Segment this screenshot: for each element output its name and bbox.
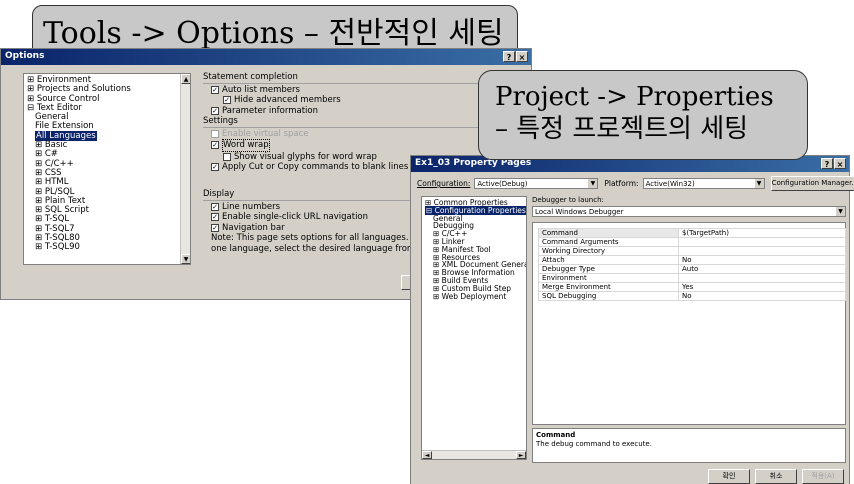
- options-titlebar: Options ? ×: [1, 49, 531, 65]
- description-box: Command The debug command to execute.: [532, 428, 846, 463]
- configuration-manager-button[interactable]: Configuration Manager...: [770, 176, 854, 191]
- prop-name: Command: [538, 228, 679, 238]
- options-tree: ⊞ Environment ⊞ Projects and Solutions ⊞…: [23, 73, 191, 265]
- line-numbers-label: Line numbers: [222, 201, 281, 212]
- auto-list-checkbox[interactable]: ✓: [211, 85, 219, 94]
- prop-name: Working Directory: [538, 246, 679, 256]
- table-row[interactable]: Command Arguments: [538, 237, 846, 247]
- close-button[interactable]: ×: [516, 51, 528, 62]
- prop-value[interactable]: [678, 237, 846, 247]
- settings-header: Settings: [203, 116, 503, 128]
- configuration-select[interactable]: Active(Debug) ▼: [474, 178, 599, 189]
- platform-select[interactable]: Active(Win32) ▼: [642, 178, 765, 189]
- prop-value[interactable]: No: [678, 255, 846, 265]
- scroll-up-icon[interactable]: ▲: [181, 74, 190, 84]
- line-numbers-checkbox[interactable]: ✓: [211, 202, 219, 211]
- chevron-down-icon[interactable]: ▼: [754, 179, 764, 188]
- hide-advanced-checkbox[interactable]: ✓: [223, 96, 231, 105]
- options-tree-scrollbar[interactable]: ▲ ▼: [180, 74, 190, 264]
- help-button[interactable]: ?: [503, 51, 515, 62]
- property-pages-dialog: Ex1_03 Property Pages ? × Configuration:…: [410, 155, 854, 484]
- ok-button[interactable]: 확인: [708, 469, 750, 484]
- callout-tools-options: Tools -> Options – 전반적인 세팅: [32, 5, 518, 51]
- callout-tools-options-text: Tools -> Options – 전반적인 세팅: [43, 16, 504, 51]
- prop-value[interactable]: Yes: [678, 282, 846, 292]
- options-title: Options: [5, 51, 45, 61]
- chevron-down-icon[interactable]: ▼: [836, 207, 845, 216]
- scroll-down-icon[interactable]: ▼: [181, 254, 190, 264]
- apply-cut-checkbox[interactable]: ✓: [211, 163, 219, 172]
- table-row[interactable]: Environment: [538, 273, 846, 283]
- virtual-space-label: Enable virtual space: [222, 128, 309, 139]
- navigation-bar-label: Navigation bar: [222, 222, 285, 233]
- statement-completion-header: Statement completion: [203, 72, 503, 84]
- parameter-info-label: Parameter information: [222, 105, 318, 116]
- property-tree: ⊞ Common Properties ⊟ Configuration Prop…: [421, 196, 527, 460]
- show-glyphs-checkbox[interactable]: [223, 152, 231, 161]
- prop-tree-web-deploy[interactable]: ⊞ Web Deployment: [425, 292, 523, 301]
- scroll-right-icon[interactable]: ►: [516, 451, 526, 459]
- cancel-button[interactable]: 취소: [755, 469, 797, 484]
- property-grid: Command $(TargetPath) Command Arguments W…: [538, 228, 846, 301]
- callout-project-properties: Project -> Properties – 특정 프로젝트의 세팅: [478, 70, 808, 160]
- table-row[interactable]: Command $(TargetPath): [538, 228, 846, 238]
- word-wrap-label: Word wrap: [222, 139, 270, 152]
- table-row[interactable]: Merge Environment Yes: [538, 282, 846, 292]
- description-title: Command: [536, 431, 576, 439]
- single-click-label: Enable single-click URL navigation: [222, 212, 369, 222]
- prop-value[interactable]: Auto: [678, 264, 846, 274]
- apply-cut-label: Apply Cut or Copy commands to blank line…: [222, 162, 418, 172]
- prop-value[interactable]: [678, 246, 846, 256]
- auto-list-label: Auto list members: [222, 84, 300, 95]
- callout-project-line2: – 특정 프로젝트의 세팅: [495, 114, 749, 144]
- prop-name: Command Arguments: [538, 237, 679, 247]
- prop-name: SQL Debugging: [538, 291, 679, 301]
- word-wrap-checkbox[interactable]: ✓: [211, 141, 219, 150]
- prop-name: Merge Environment: [538, 282, 679, 292]
- configuration-label: Configuration:: [417, 179, 471, 188]
- prop-name: Attach: [538, 255, 679, 265]
- apply-button[interactable]: 적용(A): [802, 469, 844, 484]
- navigation-bar-checkbox[interactable]: ✓: [211, 223, 219, 232]
- prop-value[interactable]: $(TargetPath): [678, 228, 846, 238]
- hide-advanced-label: Hide advanced members: [234, 95, 341, 105]
- prop-name: Debugger Type: [538, 264, 679, 274]
- property-tree-hscrollbar[interactable]: ◄ ►: [422, 450, 526, 459]
- configuration-toolbar: Configuration: Active(Debug) ▼ Platform: …: [417, 176, 854, 191]
- show-glyphs-label: Show visual glyphs for word wrap: [234, 151, 377, 162]
- callout-project-line1: Project -> Properties: [495, 82, 774, 112]
- table-row[interactable]: Attach No: [538, 255, 846, 265]
- debugger-select[interactable]: Local Windows Debugger ▼: [532, 206, 846, 217]
- prop-value[interactable]: [678, 273, 846, 283]
- prop-value[interactable]: No: [678, 291, 846, 301]
- debugger-value: Local Windows Debugger: [535, 208, 624, 216]
- table-row[interactable]: SQL Debugging No: [538, 291, 846, 301]
- parameter-info-checkbox[interactable]: ✓: [211, 106, 219, 115]
- table-row[interactable]: Working Directory: [538, 246, 846, 256]
- platform-label: Platform:: [604, 179, 639, 188]
- debugger-label: Debugger to launch:: [532, 196, 604, 204]
- single-click-checkbox[interactable]: ✓: [211, 213, 219, 222]
- virtual-space-checkbox[interactable]: [211, 129, 219, 138]
- configuration-value: Active(Debug): [477, 180, 528, 188]
- scroll-left-icon[interactable]: ◄: [422, 451, 432, 459]
- table-row[interactable]: Debugger Type Auto: [538, 264, 846, 274]
- chevron-down-icon[interactable]: ▼: [588, 179, 598, 188]
- statement-completion-group: Statement completion ✓ Auto list members …: [203, 72, 503, 116]
- prop-help-button[interactable]: ?: [821, 158, 833, 169]
- tree-item-tsql90[interactable]: ⊞ T-SQL90: [27, 243, 187, 253]
- description-text: The debug command to execute.: [536, 440, 652, 448]
- prop-name: Environment: [538, 273, 679, 283]
- prop-close-button[interactable]: ×: [834, 158, 846, 169]
- platform-value: Active(Win32): [645, 180, 695, 188]
